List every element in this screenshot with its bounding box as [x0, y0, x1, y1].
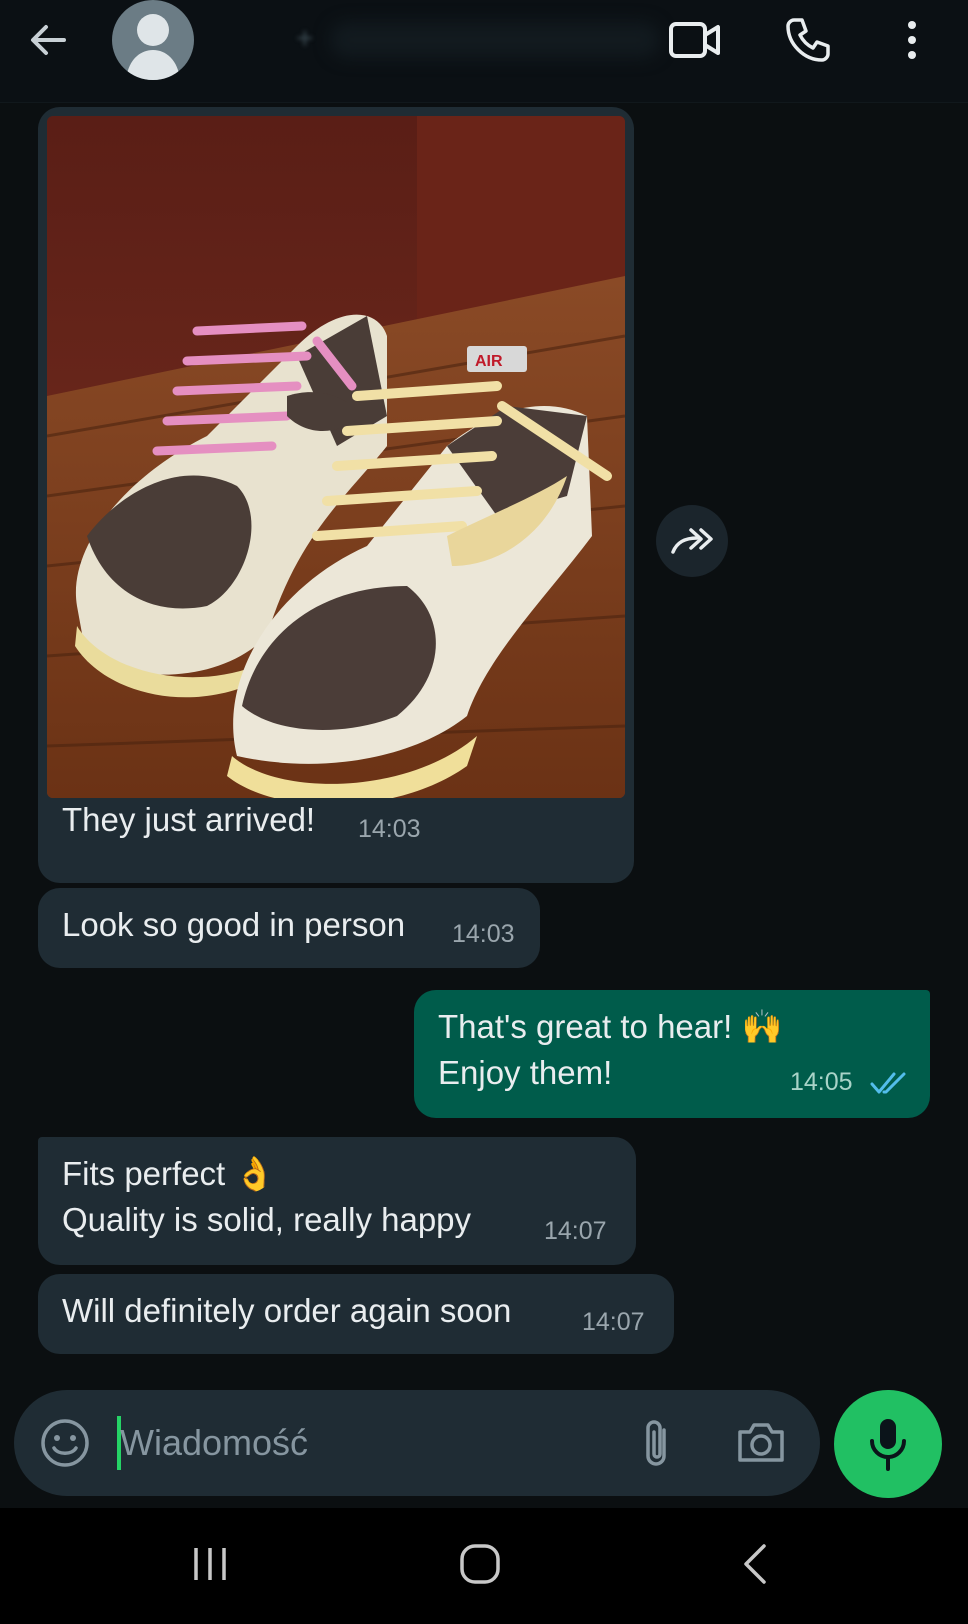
message-time: 14:03: [358, 815, 421, 843]
mic-icon: [870, 1419, 906, 1471]
message-text: Fits perfect 👌 Quality is solid, really …: [62, 1155, 472, 1238]
message-time: 14:05: [790, 1068, 853, 1096]
chat-header: +: [0, 0, 968, 103]
more-vert-icon[interactable]: [896, 14, 928, 66]
message-time: 14:07: [582, 1308, 645, 1336]
emoji-icon[interactable]: [40, 1418, 90, 1473]
phone-icon[interactable]: [780, 14, 836, 66]
sneakers-image: AIR: [47, 116, 625, 798]
back-arrow-icon[interactable]: [22, 18, 74, 62]
contact-name-blur: [330, 22, 660, 58]
attach-icon[interactable]: [640, 1416, 676, 1475]
message-text: Look so good in person: [62, 906, 406, 943]
home-icon[interactable]: [458, 1542, 502, 1591]
message-text: They just arrived!: [62, 801, 316, 838]
svg-text:AIR: AIR: [475, 353, 503, 370]
mic-button[interactable]: [834, 1390, 942, 1498]
message-time: 14:03: [452, 920, 515, 948]
chat-area[interactable]: AIR They just arrived! 14:03 Look so goo…: [0, 103, 968, 1507]
shoe-photo[interactable]: AIR: [47, 116, 625, 798]
avatar-icon: [126, 14, 180, 80]
outgoing-message-bubble[interactable]: That's great to hear! 🙌 Enjoy them! 14:0…: [414, 990, 930, 1118]
back-nav-icon[interactable]: [740, 1542, 770, 1591]
camera-icon[interactable]: [736, 1420, 786, 1469]
message-input[interactable]: [118, 1412, 592, 1474]
incoming-message-bubble[interactable]: Fits perfect 👌 Quality is solid, really …: [38, 1137, 636, 1265]
incoming-message-bubble[interactable]: Will definitely order again soon 14:07: [38, 1274, 674, 1354]
incoming-message-bubble[interactable]: Look so good in person 14:03: [38, 888, 540, 968]
image-message-bubble[interactable]: AIR They just arrived! 14:03: [38, 107, 634, 883]
system-nav-bar: [0, 1508, 968, 1624]
video-call-icon[interactable]: [664, 14, 726, 66]
message-text: Will definitely order again soon: [62, 1292, 512, 1329]
avatar[interactable]: [112, 0, 194, 80]
forward-icon[interactable]: [656, 505, 728, 577]
recent-apps-icon[interactable]: [190, 1544, 230, 1589]
message-text: That's great to hear! 🙌 Enjoy them!: [438, 1008, 783, 1091]
message-composer: [14, 1390, 820, 1496]
message-time: 14:07: [544, 1217, 607, 1245]
read-receipt-icon: [870, 1070, 910, 1101]
contact-name[interactable]: +: [296, 22, 314, 62]
